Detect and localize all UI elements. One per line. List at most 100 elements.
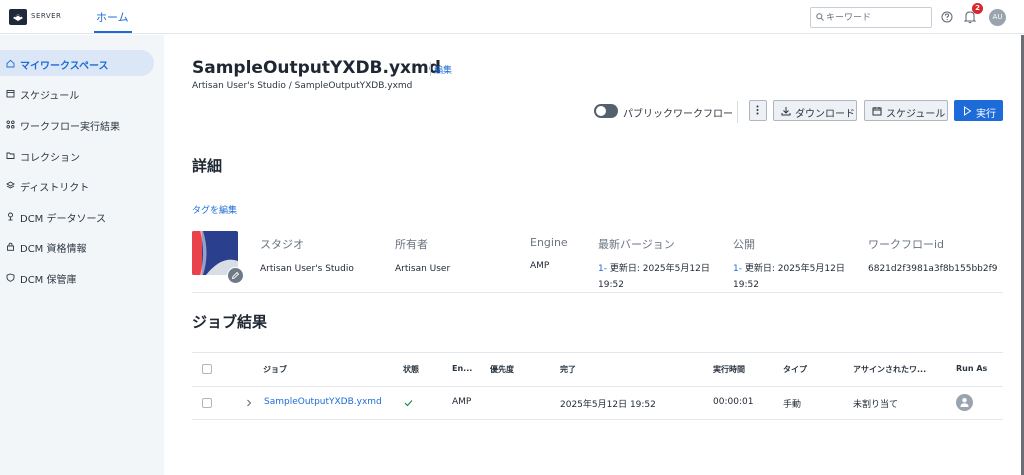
help-icon[interactable] — [941, 11, 953, 23]
engine-label: Engine — [530, 236, 568, 249]
download-button-label: ダウンロード — [795, 109, 855, 120]
edit-studio-image-button[interactable] — [227, 267, 244, 284]
run-as-avatar — [956, 394, 973, 411]
meta-engine: Engine AMP — [530, 236, 568, 274]
nav-active-indicator — [94, 31, 132, 33]
folder-icon — [6, 152, 15, 159]
edit-tags-link[interactable]: タグを編集 — [192, 203, 237, 216]
play-icon — [964, 106, 972, 116]
column-header-job[interactable]: ジョブ — [263, 364, 287, 375]
column-header-run-as[interactable]: Run As — [956, 364, 987, 373]
details-heading: 詳細 — [192, 157, 223, 175]
job-results-heading: ジョブ結果 — [192, 313, 268, 331]
workflow-results-icon — [6, 120, 15, 129]
sidebar-item-label: スケジュール — [20, 91, 80, 102]
column-header-assigned[interactable]: アサインされたワ... — [853, 364, 926, 375]
latest-version-time: 19:52 — [598, 280, 624, 290]
sidebar-item-collections[interactable]: コレクション — [0, 142, 154, 168]
schedule-button-label: スケジュール — [886, 109, 946, 120]
job-engine: AMP — [452, 397, 472, 407]
lock-icon — [7, 242, 14, 251]
search-input[interactable] — [826, 10, 926, 25]
nav-home-tab[interactable]: ホーム — [96, 9, 129, 25]
download-button[interactable]: ダウンロード — [773, 100, 857, 121]
column-header-engine[interactable]: En... — [452, 364, 472, 373]
user-avatar[interactable]: AU — [989, 9, 1006, 26]
table-top-border — [192, 352, 1003, 353]
toggle-knob — [596, 106, 606, 116]
column-header-duration[interactable]: 実行時間 — [713, 364, 745, 375]
sidebar: マイワークスペース スケジュール ワークフロー実行結果 コレクション ディストリ… — [0, 35, 164, 475]
latest-version-label: 最新バージョン — [598, 238, 675, 251]
owner-value: Artisan User — [395, 264, 451, 274]
column-header-status[interactable]: 状態 — [403, 364, 419, 375]
select-all-checkbox[interactable] — [202, 364, 212, 374]
job-assigned: 未割り当て — [853, 400, 899, 410]
published-time: 19:52 — [733, 280, 759, 290]
layers-icon — [6, 181, 15, 189]
meta-published: 公開 1- 更新日: 2025年5月12日 19:52 — [733, 236, 845, 293]
public-workflow-toggle[interactable] — [594, 104, 618, 118]
calendar-icon — [6, 90, 15, 98]
published-label: 公開 — [733, 238, 755, 251]
column-header-priority[interactable]: 優先度 — [490, 364, 514, 375]
success-check-icon — [404, 400, 413, 407]
engine-value: AMP — [530, 261, 550, 271]
run-button-label: 実行 — [976, 109, 996, 120]
row-bottom-border — [192, 419, 1003, 420]
main-content: SampleOutputYXDB.yxmd 編集 Artisan User's … — [164, 35, 1024, 475]
chevron-right-icon[interactable] — [246, 399, 252, 407]
logo-text: SERVER — [31, 12, 62, 20]
sidebar-item-workflow-results[interactable]: ワークフロー実行結果 — [0, 111, 154, 137]
more-options-button[interactable] — [749, 100, 767, 121]
job-duration: 00:00:01 — [713, 397, 754, 407]
sidebar-item-dcm-vault[interactable]: DCM 保管庫 — [0, 264, 154, 290]
title-divider — [430, 62, 431, 76]
top-bar: SERVER ホーム 2 AU — [0, 0, 1024, 34]
row-checkbox[interactable] — [202, 398, 212, 408]
breadcrumb: Artisan User's Studio / SampleOutputYXDB… — [192, 81, 413, 91]
meta-owner: 所有者 Artisan User — [395, 236, 450, 277]
sidebar-item-label: ワークフロー実行結果 — [20, 122, 120, 133]
pencil-icon — [231, 271, 240, 280]
meta-latest-version: 最新バージョン 1- 更新日: 2025年5月12日 19:52 — [598, 236, 710, 293]
sidebar-item-my-workspace[interactable]: マイワークスペース — [0, 50, 154, 76]
sidebar-item-dcm-datasources[interactable]: DCM データソース — [0, 203, 154, 229]
job-name-link[interactable]: SampleOutputYXDB.yxmd — [264, 397, 382, 407]
sidebar-item-label: DCM 資格情報 — [20, 244, 87, 255]
toolbar-divider — [737, 101, 738, 123]
sidebar-item-dcm-credentials[interactable]: DCM 資格情報 — [0, 233, 154, 259]
sidebar-item-label: ディストリクト — [20, 183, 90, 194]
latest-version-value: 1- 更新日: 2025年5月12日 19:52 — [598, 261, 710, 293]
workflow-id-label: ワークフローid — [868, 238, 945, 251]
sidebar-item-label: DCM データソース — [20, 214, 106, 225]
search-box[interactable] — [810, 7, 932, 28]
sidebar-item-label: DCM 保管庫 — [20, 275, 77, 286]
more-vertical-icon — [756, 105, 759, 115]
meta-studio: スタジオ Artisan User's Studio — [260, 236, 354, 277]
section-divider — [192, 292, 1003, 293]
workflow-id-value: 6821d2f3981a3f8b155bb2f9 — [868, 264, 998, 274]
sidebar-item-schedule[interactable]: スケジュール — [0, 80, 154, 106]
schedule-button[interactable]: スケジュール — [864, 100, 948, 121]
column-header-type[interactable]: タイプ — [783, 364, 807, 375]
alteryx-logo-icon[interactable] — [9, 9, 27, 25]
datasource-icon — [8, 212, 13, 221]
edit-workflow-link[interactable]: 編集 — [434, 63, 452, 76]
column-header-completed[interactable]: 完了 — [560, 364, 576, 375]
studio-value: Artisan User's Studio — [260, 264, 354, 274]
user-icon — [960, 398, 969, 407]
latest-version-link[interactable]: 1- — [598, 264, 607, 274]
sidebar-item-label: マイワークスペース — [20, 61, 109, 72]
sidebar-item-label: コレクション — [20, 153, 80, 164]
meta-workflow-id: ワークフローid 6821d2f3981a3f8b155bb2f9 — [868, 236, 998, 277]
run-button[interactable]: 実行 — [954, 100, 1003, 121]
sidebar-item-districts[interactable]: ディストリクト — [0, 172, 154, 198]
search-icon — [816, 13, 824, 21]
published-version-link[interactable]: 1- — [733, 264, 742, 274]
job-type: 手動 — [783, 400, 802, 410]
header-row-border — [192, 386, 1003, 387]
notification-badge: 2 — [972, 3, 983, 14]
latest-version-date: 更新日: 2025年5月12日 — [609, 264, 710, 274]
published-date: 更新日: 2025年5月12日 — [744, 264, 845, 274]
